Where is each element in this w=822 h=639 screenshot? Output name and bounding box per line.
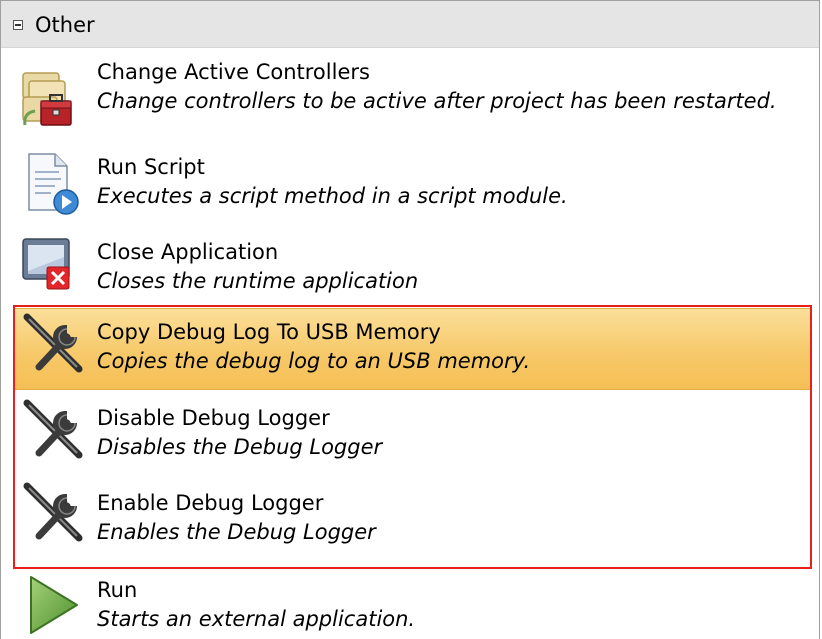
item-description: Disables the Debug Logger [97,435,383,459]
wrench-screwdriver-icon [21,480,93,552]
list-item-enable-debug-logger[interactable]: Enable Debug Logger Enables the Debug Lo… [1,476,819,558]
list-item-close-application[interactable]: Close Application Closes the runtime app… [1,229,819,311]
item-description: Executes a script method in a script mod… [97,184,568,208]
item-description: Change controllers to be active after pr… [97,89,777,113]
group-label: Other [35,13,95,37]
close-window-icon [21,233,93,305]
list-item-copy-debug-log[interactable]: Copy Debug Log To USB Memory Copies the … [15,308,810,390]
item-title: Run [97,578,138,602]
item-title: Close Application [97,240,279,264]
item-title: Copy Debug Log To USB Memory [97,320,441,344]
item-description: Starts an external application. [97,607,416,631]
list-item-run[interactable]: Run Starts an external application. [1,567,819,639]
item-title: Run Script [97,155,205,179]
controllers-toolbox-icon [21,67,93,139]
list-item-change-active-controllers[interactable]: Change Active Controllers Change control… [1,60,819,145]
action-list-panel: Other Change Active Controllers Change c… [0,0,820,639]
item-description: Copies the debug log to an USB memory. [97,349,531,373]
item-description: Enables the Debug Logger [97,520,376,544]
list-item-disable-debug-logger[interactable]: Disable Debug Logger Disables the Debug … [1,393,819,475]
wrench-screwdriver-icon [21,397,93,469]
item-title: Enable Debug Logger [97,491,324,515]
wrench-screwdriver-icon [21,311,93,383]
group-header-other[interactable]: Other [1,1,819,48]
item-title: Change Active Controllers [97,60,370,84]
play-triangle-icon [21,571,93,639]
item-title: Disable Debug Logger [97,406,330,430]
script-document-icon [21,150,93,222]
item-description: Closes the runtime application [97,269,419,293]
collapse-toggle-icon[interactable] [13,20,23,30]
list-item-run-script[interactable]: Run Script Executes a script method in a… [1,146,819,228]
